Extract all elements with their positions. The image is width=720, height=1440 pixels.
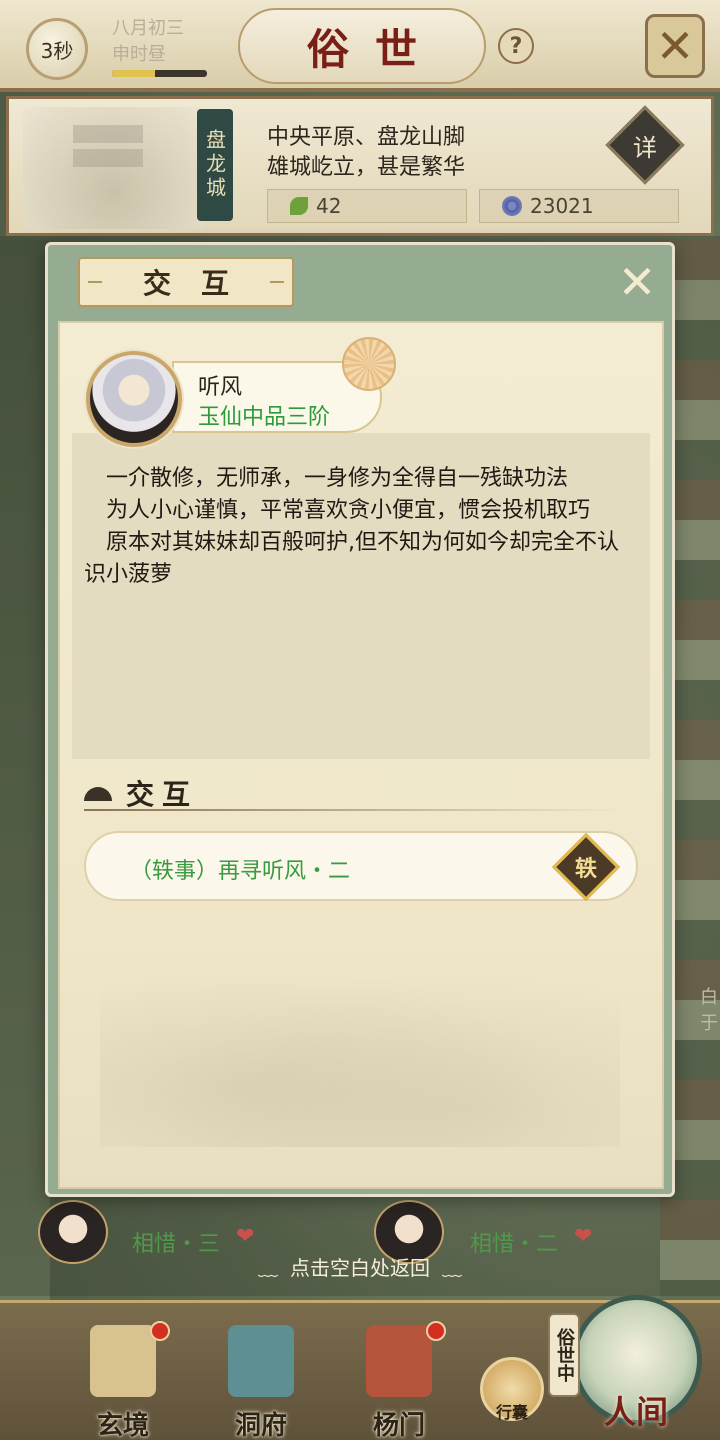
page-title: 俗世	[238, 8, 486, 84]
world-status-tag: 俗世中	[548, 1313, 580, 1397]
interaction-modal: 交互 ✕ 一介散修，无师承，一身修为全得自一残缺功法 为人小心谨慎，平常喜欢贪小…	[45, 242, 675, 1197]
character-description: 一介散修，无师承，一身修为全得自一残缺功法 为人小心谨慎，平常喜欢贪小便宜，惯会…	[72, 433, 650, 759]
heart-icon: ❤	[574, 1224, 593, 1249]
modal-content: 一介散修，无师承，一身修为全得自一残缺功法 为人小心谨慎，平常喜欢贪小便宜，惯会…	[58, 321, 664, 1189]
interaction-section-header: 交互	[84, 773, 624, 813]
description-line: 一介散修，无师承，一身修为全得自一残缺功法	[106, 466, 569, 491]
nav-item-xuanjing[interactable]: 玄境	[68, 1321, 178, 1440]
help-button[interactable]: ?	[498, 28, 534, 64]
nav-label: 洞府	[234, 1411, 287, 1440]
alert-dot	[426, 1321, 446, 1341]
heart-icon: ❤	[236, 1224, 255, 1249]
spirit-coin-icon	[502, 196, 522, 216]
alert-dot	[150, 1321, 170, 1341]
close-button[interactable]: ✕	[645, 14, 705, 78]
coin-count: 23021	[530, 194, 594, 218]
day-progress-bar	[112, 70, 207, 77]
section-divider	[84, 809, 624, 811]
city-detail-button[interactable]: 详	[605, 105, 685, 185]
lunar-date: 八月初三	[112, 18, 184, 39]
city-detail-label: 详	[633, 133, 657, 162]
pavilion-icon	[228, 1325, 294, 1397]
modal-title: 交互	[78, 257, 294, 307]
return-hint-text: 点击空白处返回	[290, 1256, 430, 1280]
nav-item-yangmen[interactable]: 杨门	[344, 1321, 454, 1440]
nav-item-dongfu[interactable]: 洞府	[206, 1325, 316, 1440]
modal-close-icon[interactable]: ✕	[612, 257, 662, 307]
character-avatar	[86, 351, 182, 447]
city-name-tag: 盘龙城	[197, 109, 233, 221]
city-illustration	[23, 107, 203, 229]
city-info-panel: 盘龙城 中央平原、盘龙山脚 雄城屹立，甚是繁华 详 42 23021	[6, 96, 714, 236]
herb-resource: 42	[267, 189, 467, 223]
bag-label: 行囊	[495, 1403, 528, 1422]
time-of-day: 申时昼	[112, 44, 166, 65]
fan-ornament-icon	[342, 337, 396, 391]
character-name: 听风	[198, 375, 243, 400]
description-line: 为人小心谨慎，平常喜欢贪小便宜，惯会投机取巧	[106, 498, 591, 523]
section-title: 交互	[126, 778, 199, 811]
banner-icon	[366, 1325, 432, 1397]
day-progress-fill	[112, 70, 155, 77]
nav-label: 玄境	[96, 1411, 149, 1440]
herb-icon	[290, 197, 308, 215]
character-rank: 玉仙中品三阶	[198, 405, 331, 430]
herb-count: 42	[316, 194, 342, 218]
timer-badge: 3秒	[26, 18, 88, 80]
coin-resource: 23021	[479, 189, 679, 223]
scroll-icon	[90, 1325, 156, 1397]
anecdote-tag-icon: 轶	[552, 833, 620, 901]
city-description-line1: 中央平原、盘龙山脚	[267, 125, 466, 150]
city-description-line2: 雄城屹立，甚是繁华	[267, 155, 466, 180]
description-line: 原本对其妹妹却百般呵护,但不知为何如今却完全不认识小菠萝	[84, 530, 619, 587]
bottom-navigation: 玄境 洞府 杨门 行囊 俗世中 人间	[0, 1295, 720, 1440]
nav-label: 杨门	[372, 1411, 425, 1440]
interaction-label: （轶事）再寻听风・二	[130, 859, 351, 884]
world-label: 人间	[603, 1393, 668, 1431]
anecdote-tag-text: 轶	[574, 857, 597, 882]
ink-landscape-decoration	[100, 947, 620, 1147]
return-hint[interactable]: 点击空白处返回	[0, 1252, 720, 1281]
top-bar: 3秒 八月初三 申时昼 俗世 ? ✕	[0, 0, 720, 92]
scroll-icon	[84, 787, 112, 801]
interaction-option[interactable]: （轶事）再寻听风・二 轶	[84, 831, 638, 901]
